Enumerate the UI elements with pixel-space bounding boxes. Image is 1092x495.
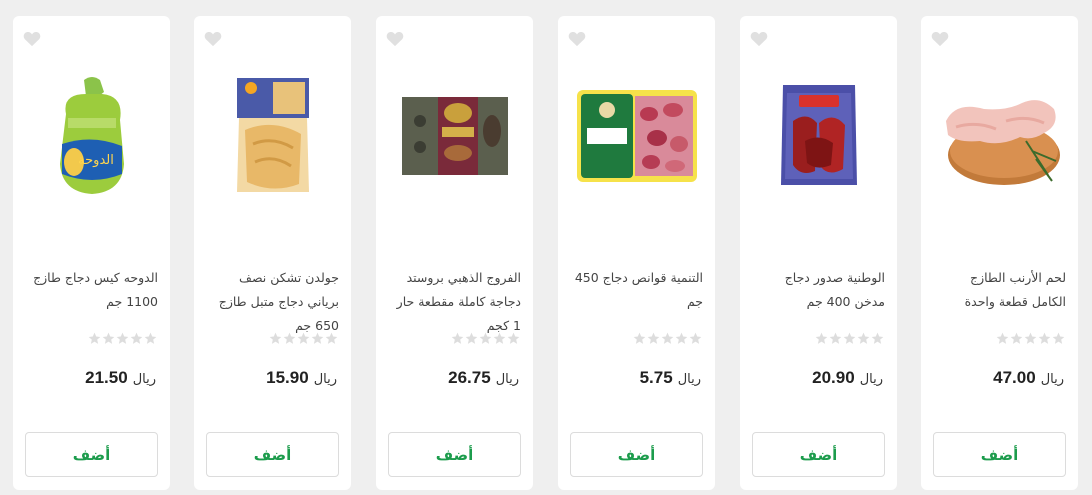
product-image[interactable] <box>750 56 887 216</box>
star-icon <box>493 332 506 344</box>
product-row: الدوحة الدوحه كيس دجاج طازج 1100 جم ريال… <box>0 0 1092 495</box>
star-icon <box>1024 332 1037 344</box>
rating-stars <box>815 332 884 345</box>
product-image[interactable] <box>568 56 705 216</box>
product-title[interactable]: الفروج الذهبي بروستد دجاجة كاملة مقطعة ح… <box>388 266 521 338</box>
product-title[interactable]: الدوحه كيس دجاج طازج 1100 جم <box>25 266 158 314</box>
currency-label: ريال <box>132 372 156 387</box>
star-icon <box>144 332 157 344</box>
star-icon <box>269 332 282 344</box>
add-to-cart-button[interactable]: أضف <box>388 432 521 477</box>
heart-icon[interactable] <box>204 31 222 47</box>
product-title[interactable]: لحم الأرنب الطازج الكامل قطعة واحدة <box>933 266 1066 314</box>
star-icon <box>451 332 464 344</box>
svg-text:الدوحة: الدوحة <box>78 153 114 168</box>
price-amount: 21.50 <box>85 368 128 387</box>
product-card[interactable]: الفروج الذهبي بروستد دجاجة كاملة مقطعة ح… <box>376 16 533 490</box>
rating-stars <box>88 332 157 345</box>
price-amount: 20.90 <box>812 368 855 387</box>
currency-label: ريال <box>495 372 519 387</box>
star-icon <box>647 332 660 344</box>
product-price: ريال 47.00 <box>993 368 1064 388</box>
star-icon <box>843 332 856 344</box>
star-icon <box>311 332 324 344</box>
product-card[interactable]: جولدن تشكن نصف برياني دجاج متبل طازج 650… <box>194 16 351 490</box>
price-amount: 47.00 <box>993 368 1036 387</box>
broasted-chicken-box-icon <box>401 97 508 175</box>
star-icon <box>297 332 310 344</box>
smoked-chicken-pack-icon <box>780 85 857 185</box>
add-to-cart-button[interactable]: أضف <box>752 432 885 477</box>
product-price: ريال 20.90 <box>812 368 883 388</box>
rating-stars <box>269 332 338 345</box>
price-amount: 26.75 <box>448 368 491 387</box>
currency-label: ريال <box>313 372 337 387</box>
product-price: ريال 15.90 <box>266 368 337 388</box>
star-icon <box>829 332 842 344</box>
product-image[interactable] <box>931 56 1068 216</box>
product-image[interactable] <box>386 56 523 216</box>
product-price: ريال 21.50 <box>85 368 156 388</box>
star-icon <box>1010 332 1023 344</box>
product-title[interactable]: الوطنية صدور دجاج مدخن 400 جم <box>752 266 885 314</box>
gizzards-tray-icon <box>576 90 697 182</box>
marinated-chicken-tray-icon <box>236 77 309 192</box>
star-icon <box>661 332 674 344</box>
currency-label: ريال <box>859 372 883 387</box>
product-card[interactable]: الوطنية صدور دجاج مدخن 400 جم ريال 20.90… <box>740 16 897 490</box>
star-icon <box>815 332 828 344</box>
star-icon <box>507 332 520 344</box>
star-icon <box>283 332 296 344</box>
star-icon <box>102 332 115 344</box>
star-icon <box>130 332 143 344</box>
star-icon <box>88 332 101 344</box>
star-icon <box>996 332 1009 344</box>
heart-icon[interactable] <box>568 31 586 47</box>
rating-stars <box>633 332 702 345</box>
rating-stars <box>996 332 1065 345</box>
add-to-cart-button[interactable]: أضف <box>206 432 339 477</box>
add-to-cart-button[interactable]: أضف <box>25 432 158 477</box>
product-title[interactable]: جولدن تشكن نصف برياني دجاج متبل طازج 650… <box>206 266 339 338</box>
star-icon <box>871 332 884 344</box>
price-amount: 15.90 <box>266 368 309 387</box>
star-icon <box>325 332 338 344</box>
product-price: ريال 26.75 <box>448 368 519 388</box>
rating-stars <box>451 332 520 345</box>
star-icon <box>857 332 870 344</box>
product-title[interactable]: التنمية قوانص دجاج 450 جم <box>570 266 703 314</box>
heart-icon[interactable] <box>750 31 768 47</box>
star-icon <box>465 332 478 344</box>
star-icon <box>1052 332 1065 344</box>
product-price: ريال 5.75 <box>640 368 701 388</box>
price-amount: 5.75 <box>639 368 673 387</box>
star-icon <box>116 332 129 344</box>
product-card[interactable]: لحم الأرنب الطازج الكامل قطعة واحدة ريال… <box>921 16 1078 490</box>
star-icon <box>675 332 688 344</box>
star-icon <box>479 332 492 344</box>
rabbit-meat-icon <box>945 100 1060 185</box>
whole-chicken-bag-icon: الدوحة <box>59 76 124 194</box>
product-card[interactable]: الدوحة الدوحه كيس دجاج طازج 1100 جم ريال… <box>13 16 170 490</box>
star-icon <box>689 332 702 344</box>
star-icon <box>1038 332 1051 344</box>
product-image[interactable] <box>204 56 341 216</box>
heart-icon[interactable] <box>23 31 41 47</box>
heart-icon[interactable] <box>931 31 949 47</box>
add-to-cart-button[interactable]: أضف <box>933 432 1066 477</box>
currency-label: ريال <box>1040 372 1064 387</box>
product-card[interactable]: التنمية قوانص دجاج 450 جم ريال 5.75 أضف <box>558 16 715 490</box>
add-to-cart-button[interactable]: أضف <box>570 432 703 477</box>
currency-label: ريال <box>677 372 701 387</box>
heart-icon[interactable] <box>386 31 404 47</box>
star-icon <box>633 332 646 344</box>
product-image[interactable]: الدوحة <box>23 56 160 216</box>
